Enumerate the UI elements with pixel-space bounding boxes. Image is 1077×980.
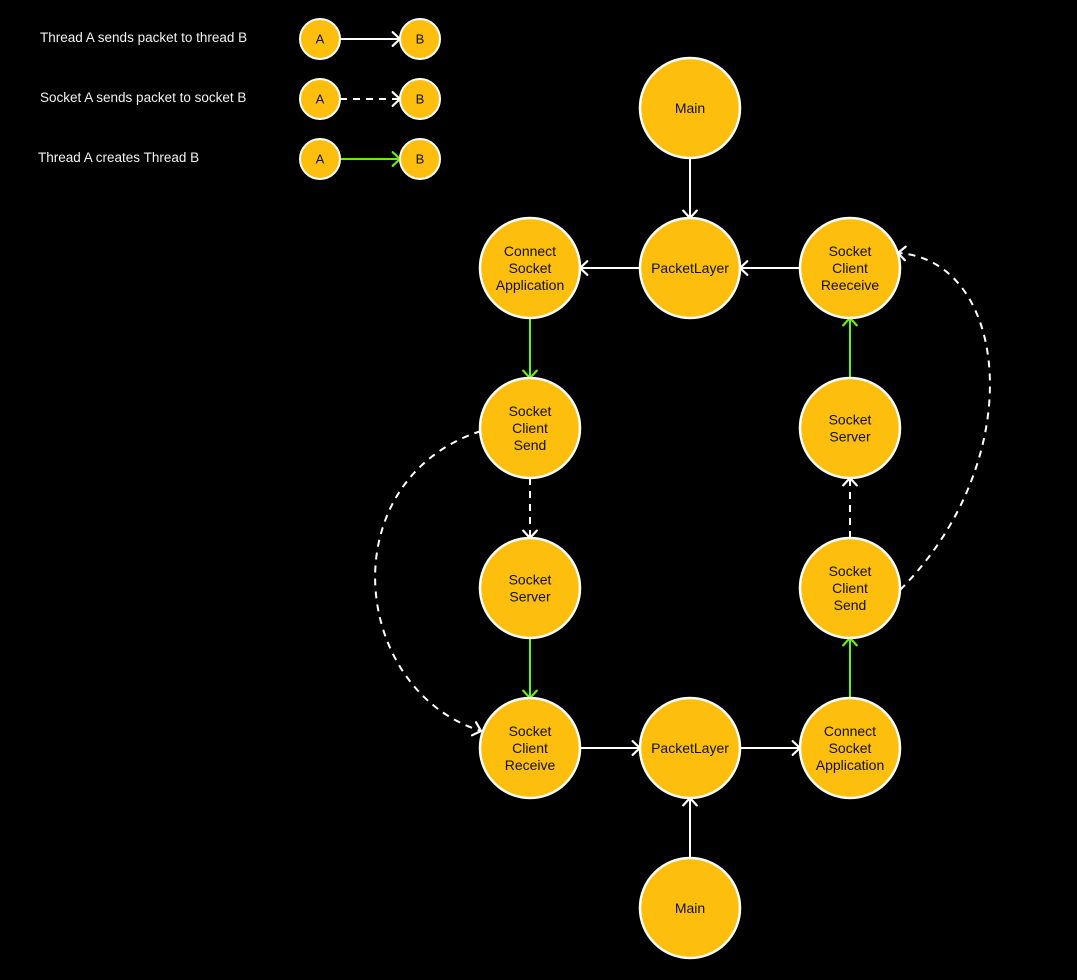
node-label: Main — [675, 900, 705, 916]
node-csa-top: ConnectSocketApplication — [478, 216, 582, 320]
node-label: Receive — [505, 757, 556, 773]
node-label: Server — [509, 589, 551, 605]
edge-create-ss_left-to-scr_left — [522, 638, 538, 700]
node-packet-top: PacketLayer — [638, 216, 742, 320]
edge-curve — [374, 430, 482, 732]
edge-thread-scr_left-to-packet_bottom — [580, 740, 642, 756]
node-label: Socket — [829, 563, 872, 579]
edge-socket-scs_right-to-ss_right — [842, 476, 858, 538]
node-csa-bottom: ConnectSocketApplication — [798, 696, 902, 800]
node-label: Application — [496, 277, 565, 293]
legend-node-label: B — [416, 32, 425, 47]
node-label: Socket — [829, 412, 872, 428]
node-scs-right: SocketClientSend — [798, 536, 902, 640]
legend-node-label: A — [316, 152, 325, 167]
node-label: Main — [675, 100, 705, 116]
node-label: Application — [816, 757, 885, 773]
node-label: Send — [834, 597, 867, 613]
node-ss-left: SocketServer — [478, 536, 582, 640]
node-scr-right: SocketClientReeceive — [798, 216, 902, 320]
node-packet-bottom: PacketLayer — [638, 696, 742, 800]
node-label: Connect — [824, 723, 876, 739]
node-label: Client — [832, 260, 868, 276]
node-ss-right: SocketServer — [798, 376, 902, 480]
legend-example-thread: AB — [299, 18, 441, 60]
node-label: Socket — [509, 572, 552, 588]
edge-thread-packet_top-to-csa_top — [578, 260, 640, 276]
edge-thread-scr_right-to-packet_top — [738, 260, 800, 276]
node-label: Server — [829, 429, 871, 445]
legend-node-label: A — [316, 92, 325, 107]
legend-node-label: B — [416, 152, 425, 167]
node-label: Client — [512, 420, 548, 436]
edge-arrowhead-icon — [470, 721, 483, 737]
node-label: PacketLayer — [651, 260, 729, 276]
edge-socket-scs_left-to-scr_left — [374, 430, 483, 737]
node-label: Socket — [509, 403, 552, 419]
node-label: Reeceive — [821, 277, 880, 293]
legend-node-label: B — [416, 92, 425, 107]
edge-socket-scs_right-to-scr_right — [896, 245, 991, 591]
legend-example-socket: AB — [299, 78, 441, 120]
node-scs-left: SocketClientSend — [478, 376, 582, 480]
node-label: Connect — [504, 243, 556, 259]
legend-node-label: A — [316, 32, 325, 47]
thread-socket-diagram: MainPacketLayerConnectSocketApplicationS… — [299, 18, 991, 960]
node-label: Socket — [829, 243, 872, 259]
edge-thread-packet_bottom-to-csa_bottom — [740, 740, 802, 756]
legend-layer: A BA BA B — [299, 18, 441, 180]
node-label: Send — [514, 437, 547, 453]
edge-create-ss_right-to-scr_right — [842, 316, 858, 378]
legend-example-create: AB — [299, 138, 441, 180]
edge-thread-main_top-to-packet_top — [682, 158, 698, 220]
node-scr-left: SocketClientReceive — [478, 696, 582, 800]
node-main-bottom: Main — [638, 856, 742, 960]
node-label: Socket — [509, 260, 552, 276]
node-label: Client — [512, 740, 548, 756]
edge-create-csa_bottom-to-scs_right — [842, 636, 858, 698]
node-label: Socket — [829, 740, 872, 756]
edge-thread-main_bottom-to-packet_bottom — [682, 796, 698, 858]
node-label: Socket — [509, 723, 552, 739]
node-main-top: Main — [638, 56, 742, 160]
edge-create-csa_top-to-scs_left — [522, 318, 538, 380]
edge-curve — [897, 252, 991, 591]
node-label: Client — [832, 580, 868, 596]
node-label: PacketLayer — [651, 740, 729, 756]
edge-socket-scs_left-to-ss_left — [522, 478, 538, 540]
